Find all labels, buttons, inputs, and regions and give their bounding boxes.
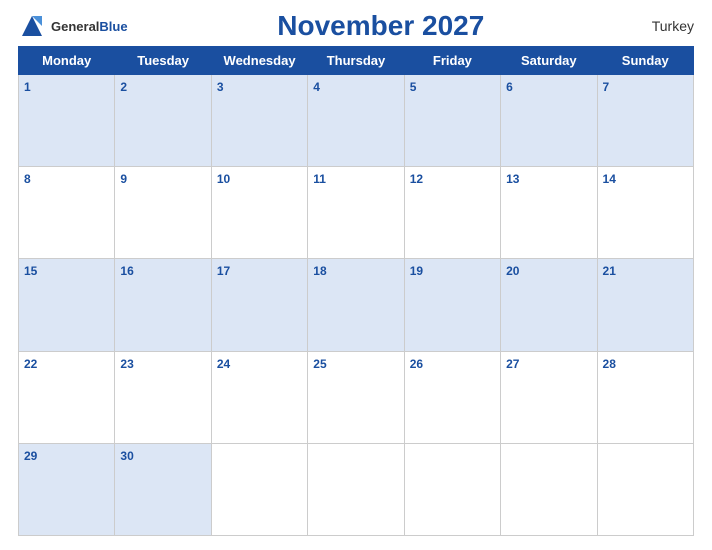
day-number-10: 10 <box>217 172 230 186</box>
calendar-row-1: 1 2 3 4 5 6 7 <box>19 75 694 167</box>
calendar-row-3: 15 16 17 18 19 20 21 <box>19 259 694 351</box>
day-cell-4: 4 <box>308 75 404 167</box>
day-cell-22: 22 <box>19 351 115 443</box>
day-cell-2: 2 <box>115 75 211 167</box>
day-cell-12: 12 <box>404 167 500 259</box>
day-cell-3: 3 <box>211 75 307 167</box>
country-label: Turkey <box>634 18 694 34</box>
day-number-17: 17 <box>217 264 230 278</box>
logo: GeneralBlue <box>18 12 128 40</box>
day-number-27: 27 <box>506 357 519 371</box>
day-cell-19: 19 <box>404 259 500 351</box>
day-number-20: 20 <box>506 264 519 278</box>
day-number-9: 9 <box>120 172 127 186</box>
calendar-title: November 2027 <box>128 10 634 42</box>
day-number-29: 29 <box>24 449 37 463</box>
weekday-header-saturday: Saturday <box>501 47 597 75</box>
calendar-row-5: 29 30 <box>19 443 694 535</box>
day-cell-11: 11 <box>308 167 404 259</box>
day-number-19: 19 <box>410 264 423 278</box>
day-number-8: 8 <box>24 172 31 186</box>
day-number-15: 15 <box>24 264 37 278</box>
day-cell-16: 16 <box>115 259 211 351</box>
logo-text: GeneralBlue <box>51 20 128 33</box>
day-number-5: 5 <box>410 80 417 94</box>
logo-blue-text: Blue <box>99 20 127 33</box>
weekday-header-wednesday: Wednesday <box>211 47 307 75</box>
generalblue-logo-icon <box>18 12 46 40</box>
day-number-21: 21 <box>603 264 616 278</box>
day-cell-28: 28 <box>597 351 693 443</box>
day-cell-6: 6 <box>501 75 597 167</box>
empty-cell <box>404 443 500 535</box>
day-cell-17: 17 <box>211 259 307 351</box>
day-cell-27: 27 <box>501 351 597 443</box>
day-cell-23: 23 <box>115 351 211 443</box>
day-cell-1: 1 <box>19 75 115 167</box>
day-number-4: 4 <box>313 80 320 94</box>
top-bar: GeneralBlue November 2027 Turkey <box>18 10 694 42</box>
day-cell-18: 18 <box>308 259 404 351</box>
day-number-26: 26 <box>410 357 423 371</box>
empty-cell <box>211 443 307 535</box>
empty-cell <box>597 443 693 535</box>
day-number-18: 18 <box>313 264 326 278</box>
day-number-2: 2 <box>120 80 127 94</box>
day-cell-26: 26 <box>404 351 500 443</box>
day-cell-10: 10 <box>211 167 307 259</box>
day-cell-9: 9 <box>115 167 211 259</box>
day-number-30: 30 <box>120 449 133 463</box>
day-number-6: 6 <box>506 80 513 94</box>
day-number-25: 25 <box>313 357 326 371</box>
day-number-24: 24 <box>217 357 230 371</box>
day-number-23: 23 <box>120 357 133 371</box>
day-number-22: 22 <box>24 357 37 371</box>
day-number-12: 12 <box>410 172 423 186</box>
calendar-table: MondayTuesdayWednesdayThursdayFridaySatu… <box>18 46 694 536</box>
day-cell-5: 5 <box>404 75 500 167</box>
weekday-header-monday: Monday <box>19 47 115 75</box>
day-number-28: 28 <box>603 357 616 371</box>
day-cell-30: 30 <box>115 443 211 535</box>
empty-cell <box>501 443 597 535</box>
day-cell-20: 20 <box>501 259 597 351</box>
weekday-header-friday: Friday <box>404 47 500 75</box>
weekday-header-tuesday: Tuesday <box>115 47 211 75</box>
day-cell-8: 8 <box>19 167 115 259</box>
day-cell-15: 15 <box>19 259 115 351</box>
calendar-row-4: 22 23 24 25 26 27 28 <box>19 351 694 443</box>
day-cell-29: 29 <box>19 443 115 535</box>
day-cell-25: 25 <box>308 351 404 443</box>
weekday-header-row: MondayTuesdayWednesdayThursdayFridaySatu… <box>19 47 694 75</box>
day-cell-7: 7 <box>597 75 693 167</box>
day-number-3: 3 <box>217 80 224 94</box>
day-number-11: 11 <box>313 172 326 186</box>
day-number-1: 1 <box>24 80 31 94</box>
logo-general-text: General <box>51 20 99 33</box>
day-number-13: 13 <box>506 172 519 186</box>
day-number-16: 16 <box>120 264 133 278</box>
day-number-7: 7 <box>603 80 610 94</box>
day-cell-14: 14 <box>597 167 693 259</box>
weekday-header-sunday: Sunday <box>597 47 693 75</box>
day-cell-24: 24 <box>211 351 307 443</box>
calendar-row-2: 8 9 10 11 12 13 14 <box>19 167 694 259</box>
empty-cell <box>308 443 404 535</box>
day-cell-21: 21 <box>597 259 693 351</box>
day-number-14: 14 <box>603 172 616 186</box>
day-cell-13: 13 <box>501 167 597 259</box>
weekday-header-thursday: Thursday <box>308 47 404 75</box>
